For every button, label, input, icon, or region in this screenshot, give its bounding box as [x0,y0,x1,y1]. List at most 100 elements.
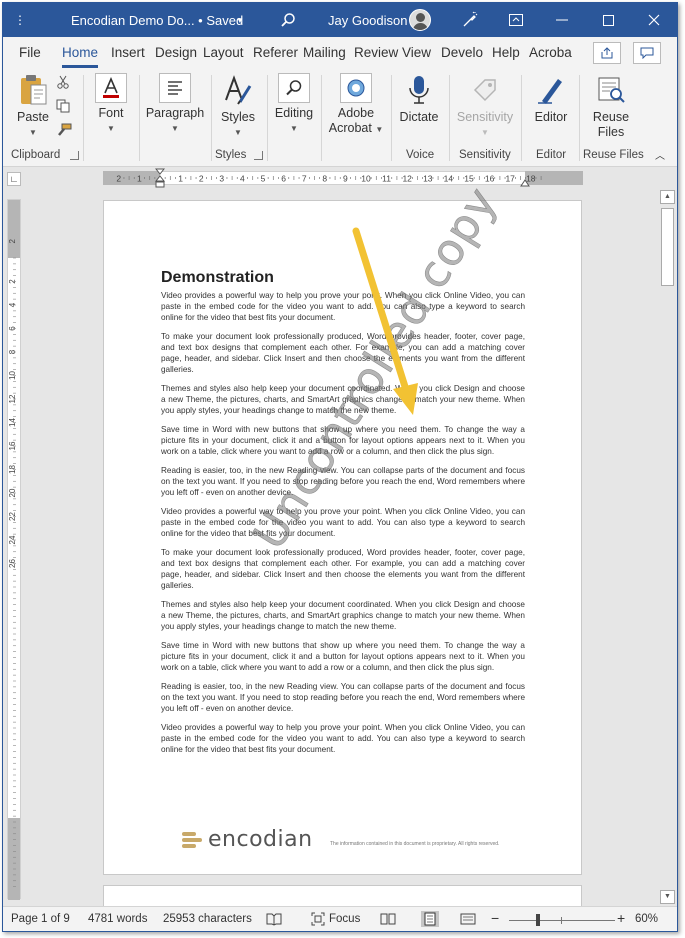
minimize-button[interactable] [539,3,585,37]
ruler-label: 7 [302,174,307,184]
indent-marker-icon[interactable] [154,168,166,188]
character-count[interactable]: 25953 characters [163,913,252,925]
ruler-label: 12 [402,174,412,184]
chevron-down-icon: ▼ [290,124,298,133]
title-bar: ⋮ Encodian Demo Do... • Saved ▼ Jay Good… [3,3,677,37]
ruler-label: 14 [444,174,454,184]
editing-button[interactable]: Editing ▼ [273,73,315,136]
ruler-ticks: 2 1 1 2 3 4 5 6 7 8 9 10 11 12 13 14 15 16 17 18 [116,174,542,184]
zoom-slider[interactable] [509,920,615,921]
ruler-label: 2 [8,238,17,243]
group-divider [579,75,580,161]
tab-file[interactable]: File [19,45,41,60]
tab-insert[interactable]: Insert [111,45,145,60]
status-bar: Page 1 of 9 4781 words 25953 characters … [3,906,677,931]
tab-layout[interactable]: Layout [203,45,244,60]
read-aloud-book-icon[interactable] [265,911,283,927]
maximize-button[interactable] [585,3,631,37]
styles-button[interactable]: Styles ▼ [217,73,259,140]
tab-references[interactable]: Referer [253,45,298,60]
zoom-level[interactable]: 60% [635,913,658,925]
sensitivity-label: Sensitivity [456,110,514,124]
word-count[interactable]: 4781 words [88,913,147,925]
word-window: ⋮ Encodian Demo Do... • Saved ▼ Jay Good… [2,2,678,932]
reuse-files-button[interactable]: Reuse Files [587,73,635,140]
tab-review[interactable]: Review [354,45,398,60]
ruler-label: 5 [261,174,266,184]
adobe-acrobat-button[interactable]: Adobe Acrobat ▼ [325,73,387,137]
adobe-label-line2: Acrobat ▼ [329,121,384,137]
editor-group-label: Editor [536,149,567,161]
document-canvas[interactable]: Demonstration Video provides a powerful … [23,188,659,906]
ribbon-display-options-icon[interactable] [493,3,539,37]
print-layout-icon[interactable] [421,911,439,927]
title-dropdown-icon[interactable]: ▼ [233,3,247,37]
collapse-ribbon-icon[interactable]: ︿ [655,149,665,164]
focus-button[interactable]: Focus [329,913,360,925]
read-mode-icon[interactable] [379,911,397,927]
comments-button[interactable] [633,42,661,64]
reuse-files-label-line2: Files [597,125,625,139]
next-page[interactable] [103,885,582,906]
reuse-files-group-label: Reuse Files [583,149,644,161]
group-divider [521,75,522,161]
tab-mailings[interactable]: Mailing [303,45,346,60]
paragraph-button[interactable]: Paragraph ▼ [145,73,205,136]
coauthor-pen-icon[interactable] [447,3,493,37]
right-indent-marker-icon[interactable] [520,177,530,187]
copy-button[interactable] [56,99,70,113]
sensitivity-button[interactable]: Sensitivity ▼ [454,73,516,140]
paragraph-label: Paragraph [145,106,205,120]
tab-home[interactable]: Home [62,45,99,68]
search-icon[interactable] [273,3,303,37]
group-divider [449,75,450,161]
paste-label: Paste [17,110,49,124]
share-button[interactable] [593,42,621,64]
tab-design[interactable]: Design [155,45,197,60]
font-button[interactable]: Font ▼ [91,73,131,136]
reuse-files-label-line1: Reuse [592,110,630,124]
ruler-label: 15 [464,174,474,184]
web-layout-icon[interactable] [459,911,477,927]
chevron-down-icon: ▼ [171,124,179,133]
tab-acrobat[interactable]: Acroba [529,45,572,60]
page-count[interactable]: Page 1 of 9 [11,913,70,925]
more-options-icon[interactable]: ⋮ [9,3,31,37]
paste-button[interactable]: Paste ▼ [13,73,53,140]
tab-view[interactable]: View [402,45,431,60]
cut-button[interactable] [56,75,70,89]
zoom-out-button[interactable]: − [491,910,499,926]
group-divider [83,75,84,161]
sensitivity-tag-icon [468,73,502,107]
user-name[interactable]: Jay Goodison [328,3,408,37]
close-button[interactable] [631,3,677,37]
tab-help[interactable]: Help [492,45,520,60]
vertical-ruler-ticks: 22468101214161820222426 [8,238,17,887]
ruler-label: 2 [199,174,204,184]
scroll-down-icon[interactable]: ▼ [660,890,675,904]
document-title[interactable]: Encodian Demo Do... • Saved [71,3,243,37]
vertical-ruler[interactable]: 2 2 4 6 8 10 12 14 16 18 20 22 24 26 [7,199,21,900]
focus-icon[interactable] [309,911,327,927]
document-page[interactable]: Demonstration Video provides a powerful … [103,188,582,875]
avatar[interactable] [408,3,432,37]
vertical-scrollbar[interactable]: ▲ ▼ [659,188,676,906]
group-divider [139,75,140,161]
clipboard-launcher-icon[interactable] [70,151,79,160]
zoom-in-button[interactable]: + [617,910,625,926]
tab-developer[interactable]: Develo [441,45,483,60]
styles-launcher-icon[interactable] [254,151,263,160]
scroll-thumb[interactable] [661,208,674,286]
dictate-button[interactable]: Dictate [397,73,441,125]
styles-label: Styles [220,110,256,124]
ruler-label: 1 [137,174,142,184]
ruler-label: 1 [178,174,183,184]
dictate-label: Dictate [399,110,439,124]
horizontal-ruler[interactable]: ∟ 2 1 1 2 3 4 5 6 7 8 9 10 11 12 13 14 15 16 17 18 [3,168,677,188]
zoom-slider-thumb[interactable] [535,914,540,926]
editor-button[interactable]: Editor [529,73,573,125]
format-painter-button[interactable] [56,123,72,137]
chevron-down-icon: ▼ [29,128,37,137]
group-divider [211,75,212,161]
scroll-up-icon[interactable]: ▲ [660,190,675,204]
